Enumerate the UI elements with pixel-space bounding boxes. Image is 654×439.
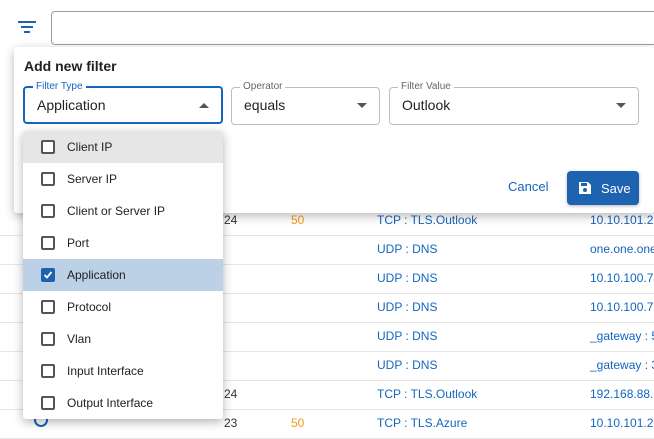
menu-item-output-interface[interactable]: Output Interface xyxy=(23,387,223,419)
protocol-cell[interactable]: UDP : DNS xyxy=(377,235,437,264)
menu-item-application[interactable]: Application xyxy=(23,259,223,291)
filter-value-label: Filter Value xyxy=(398,80,454,94)
check-icon xyxy=(43,271,53,279)
operator-label: Operator xyxy=(240,80,286,94)
time-cell: 24 xyxy=(224,387,238,401)
time-cell: 23 xyxy=(224,416,238,430)
chevron-up-icon xyxy=(199,103,209,108)
ip-cell[interactable]: 10.10.100.7 xyxy=(590,264,653,293)
menu-item-protocol[interactable]: Protocol xyxy=(23,291,223,323)
filter-value-select[interactable]: Filter Value Outlook xyxy=(389,80,639,125)
ip-cell[interactable]: _gateway : 5 xyxy=(590,322,654,351)
ip-cell[interactable]: one.one.one xyxy=(590,235,654,264)
menu-item-server-ip[interactable]: Server IP xyxy=(23,163,223,195)
menu-item-label: Client IP xyxy=(67,140,113,154)
menu-item-label: Server IP xyxy=(67,172,118,186)
operator-select[interactable]: Operator equals xyxy=(231,80,380,125)
filter-type-menu: Client IP Server IP Client or Server IP … xyxy=(23,131,223,419)
popup-title: Add new filter xyxy=(24,58,117,74)
menu-item-label: Input Interface xyxy=(67,364,144,378)
checkbox[interactable] xyxy=(41,236,55,250)
protocol-cell[interactable]: UDP : DNS xyxy=(377,351,437,380)
protocol-cell[interactable]: UDP : DNS xyxy=(377,264,437,293)
menu-item-label: Client or Server IP xyxy=(67,204,166,218)
cancel-button[interactable]: Cancel xyxy=(508,179,548,194)
checkbox[interactable] xyxy=(41,140,55,154)
filter-type-select[interactable]: Filter Type Application xyxy=(23,80,223,124)
protocol-cell[interactable]: TCP : TLS.Azure xyxy=(377,409,467,438)
chevron-down-icon xyxy=(616,103,626,108)
checkbox[interactable] xyxy=(41,300,55,314)
protocol-cell[interactable]: UDP : DNS xyxy=(377,322,437,351)
chevron-down-icon xyxy=(357,103,367,108)
menu-item-label: Vlan xyxy=(67,332,92,346)
checkbox[interactable] xyxy=(41,172,55,186)
protocol-cell[interactable]: UDP : DNS xyxy=(377,293,437,322)
save-button[interactable]: Save xyxy=(567,171,639,205)
checkbox-checked[interactable] xyxy=(41,268,55,282)
ip-cell[interactable]: _gateway : 3 xyxy=(590,351,654,380)
checkbox[interactable] xyxy=(41,396,55,410)
menu-item-label: Protocol xyxy=(67,300,112,314)
menu-item-label: Port xyxy=(67,236,90,250)
filter-list-icon[interactable] xyxy=(16,18,42,40)
menu-item-vlan[interactable]: Vlan xyxy=(23,323,223,355)
menu-item-port[interactable]: Port xyxy=(23,227,223,259)
save-label: Save xyxy=(601,181,631,196)
menu-item-label: Application xyxy=(67,268,126,282)
filter-value-value: Outlook xyxy=(402,97,451,113)
menu-item-client-ip[interactable]: Client IP xyxy=(23,131,223,163)
ip-cell[interactable]: 192.168.88.2 xyxy=(590,380,654,409)
protocol-cell[interactable]: TCP : TLS.Outlook xyxy=(377,380,477,409)
menu-item-label: Output Interface xyxy=(67,396,154,410)
filter-type-label: Filter Type xyxy=(33,80,86,94)
menu-item-client-or-server-ip[interactable]: Client or Server IP xyxy=(23,195,223,227)
checkbox[interactable] xyxy=(41,364,55,378)
ip-cell[interactable]: 10.10.100.7 xyxy=(590,293,653,322)
search-input[interactable] xyxy=(51,11,654,45)
checkbox[interactable] xyxy=(41,204,55,218)
filter-type-value: Application xyxy=(37,97,106,113)
save-icon xyxy=(578,181,592,198)
operator-value: equals xyxy=(244,97,286,113)
menu-item-input-interface[interactable]: Input Interface xyxy=(23,355,223,387)
checkbox[interactable] xyxy=(41,332,55,346)
count-cell: 50 xyxy=(291,416,305,430)
ip-cell[interactable]: 10.10.101.2 xyxy=(590,409,653,438)
